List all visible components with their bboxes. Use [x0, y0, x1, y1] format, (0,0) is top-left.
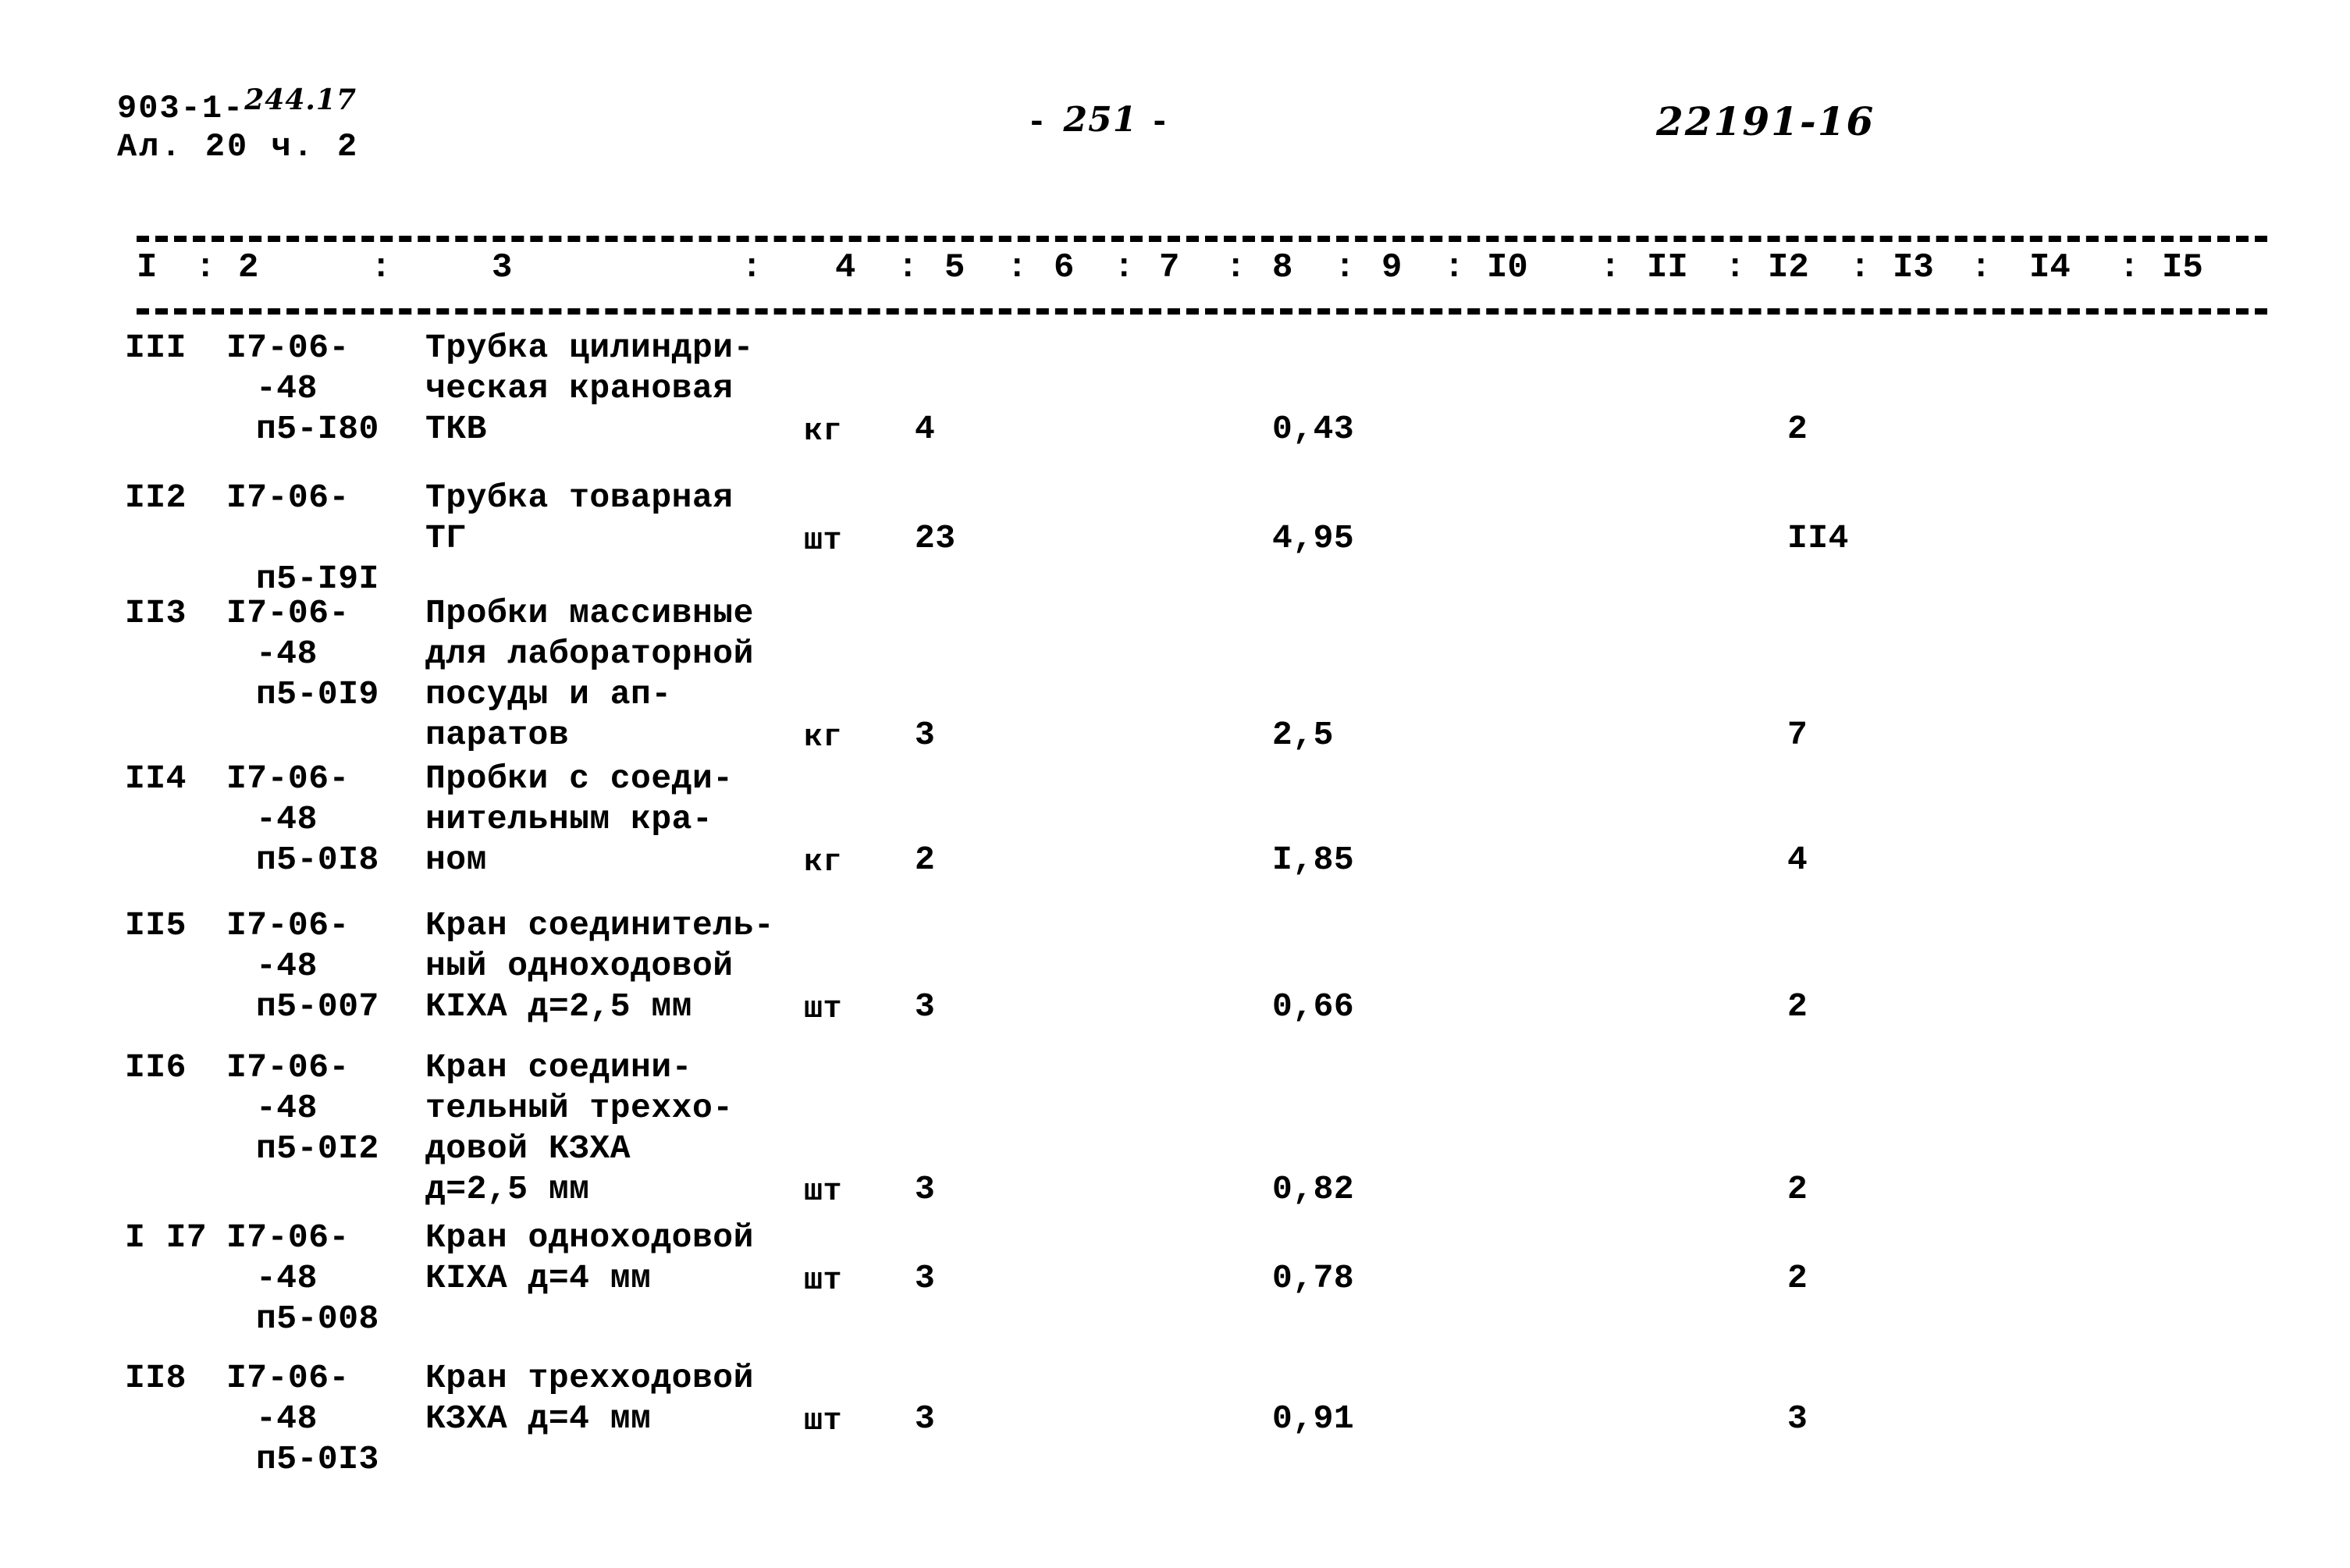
column-number-II: II — [1647, 248, 1688, 287]
column-number-I5: I5 — [2162, 248, 2203, 287]
column-number-4: 4 — [835, 248, 856, 287]
row-unit-price: 0,78 — [1272, 1259, 1355, 1297]
page-dash-right: - — [1153, 102, 1171, 139]
row-total-value: 4 — [1787, 841, 1808, 879]
table-row: II5 I7-06- -48 п5-007 Кран соединитель- ный … — [0, 905, 2350, 1054]
row-unit-price: I,85 — [1272, 841, 1355, 879]
scanned-document-page: 903-1-244.17 Ал. 20 ч. 2 - 251 - 22191-1… — [0, 0, 2350, 1568]
row-unit-price: 0,66 — [1272, 987, 1355, 1026]
table-row: II4 I7-06- -48 п5-0I8 Пробки с соеди- нитель… — [0, 759, 2350, 907]
row-unit-price: 0,82 — [1272, 1170, 1355, 1208]
column-number-row: I 2 3 4 5 6 7 8 9 I0 II I2 I3 I4 I5:::::::::::::: — [137, 248, 2267, 300]
row-unit-price: 0,91 — [1272, 1399, 1355, 1438]
stamp-number: 22191-16 — [1656, 98, 1875, 144]
column-number-7: 7 — [1159, 248, 1180, 287]
column-number-8: 8 — [1272, 248, 1293, 287]
column-separator-10: : — [1600, 248, 1621, 287]
column-separator-13: : — [1971, 248, 1992, 287]
column-separator-12: : — [1850, 248, 1871, 287]
column-separator-4: : — [898, 248, 919, 287]
table-row: II6 I7-06- -48 п5-0I2 Кран соедини- тельный … — [0, 1047, 2350, 1210]
column-number-I0: I0 — [1487, 248, 1528, 287]
row-unit: шт — [804, 992, 843, 1027]
column-number-6: 6 — [1054, 248, 1075, 287]
row-unit-price: 0,43 — [1272, 410, 1355, 448]
row-quantity: 3 — [915, 1399, 936, 1438]
row-quantity: 3 — [915, 1170, 936, 1208]
column-number-2: 2 — [238, 248, 259, 287]
column-separator-5: : — [1007, 248, 1028, 287]
row-quantity: 3 — [915, 1259, 936, 1297]
column-number-I4: I4 — [2029, 248, 2071, 287]
document-code-handwritten: 244.17 — [244, 84, 357, 116]
table-row: III I7-06- -48 п5-I80 Трубка цилиндри- ческа… — [0, 328, 2350, 476]
row-quantity: 2 — [915, 841, 936, 879]
column-number-I3: I3 — [1893, 248, 1934, 287]
row-total-value: 7 — [1787, 716, 1808, 754]
table-row: II3 I7-06- -48 п5-0I9 Пробки массивные для л… — [0, 593, 2350, 756]
row-total-value: II4 — [1787, 519, 1849, 557]
column-separator-3: : — [741, 248, 763, 287]
row-unit-price: 2,5 — [1272, 716, 1334, 754]
row-unit: шт — [804, 1404, 843, 1439]
row-total-value: 2 — [1787, 1259, 1808, 1297]
column-number-I2: I2 — [1768, 248, 1809, 287]
column-separator-9: : — [1444, 248, 1465, 287]
page-number-block: - 251 - — [1030, 100, 1171, 140]
column-separator-14: : — [2119, 248, 2140, 287]
table-rule-bottom — [137, 308, 2267, 315]
row-unit: кг — [804, 845, 843, 880]
column-separator-11: : — [1725, 248, 1746, 287]
row-code-line-3: п5-0I3 — [256, 1440, 379, 1478]
table-row: II8 I7-06- -48 п5-0I3 Кран трехходовой КЗХА … — [0, 1358, 2350, 1506]
column-separator-8: : — [1335, 248, 1356, 287]
column-separator-1: : — [195, 248, 216, 287]
document-code-header: 903-1-244.17 Ал. 20 ч. 2 — [117, 86, 360, 165]
row-unit: кг — [804, 720, 843, 756]
row-quantity: 3 — [915, 716, 936, 754]
row-total-value: 2 — [1787, 1170, 1808, 1208]
column-separator-6: : — [1114, 248, 1135, 287]
row-quantity: 3 — [915, 987, 936, 1026]
column-number-I: I — [137, 248, 158, 287]
page-dash-left: - — [1030, 102, 1048, 139]
row-unit: шт — [804, 1264, 843, 1299]
document-code-prefix: 903-1- — [117, 90, 245, 127]
table-row: I I7 I7-06- -48 п5-008 Кран одноходовой КIХА… — [0, 1218, 2350, 1366]
row-quantity: 23 — [915, 519, 956, 557]
row-total-value: 3 — [1787, 1399, 1808, 1438]
row-unit: шт — [804, 1175, 843, 1210]
column-separator-2: : — [371, 248, 392, 287]
page-number: 251 — [1063, 100, 1138, 140]
album-part-label: Ал. 20 ч. 2 — [117, 127, 360, 165]
row-total-value: 2 — [1787, 987, 1808, 1026]
row-unit: шт — [804, 524, 843, 559]
column-number-5: 5 — [944, 248, 965, 287]
row-unit: кг — [804, 414, 843, 450]
row-quantity: 4 — [915, 410, 936, 448]
row-code-line-3: п5-008 — [256, 1300, 379, 1338]
row-total-value: 2 — [1787, 410, 1808, 448]
column-separator-7: : — [1225, 248, 1246, 287]
row-unit-price: 4,95 — [1272, 519, 1355, 557]
column-number-3: 3 — [492, 248, 513, 287]
column-number-9: 9 — [1381, 248, 1403, 287]
table-rule-top — [137, 236, 2267, 242]
